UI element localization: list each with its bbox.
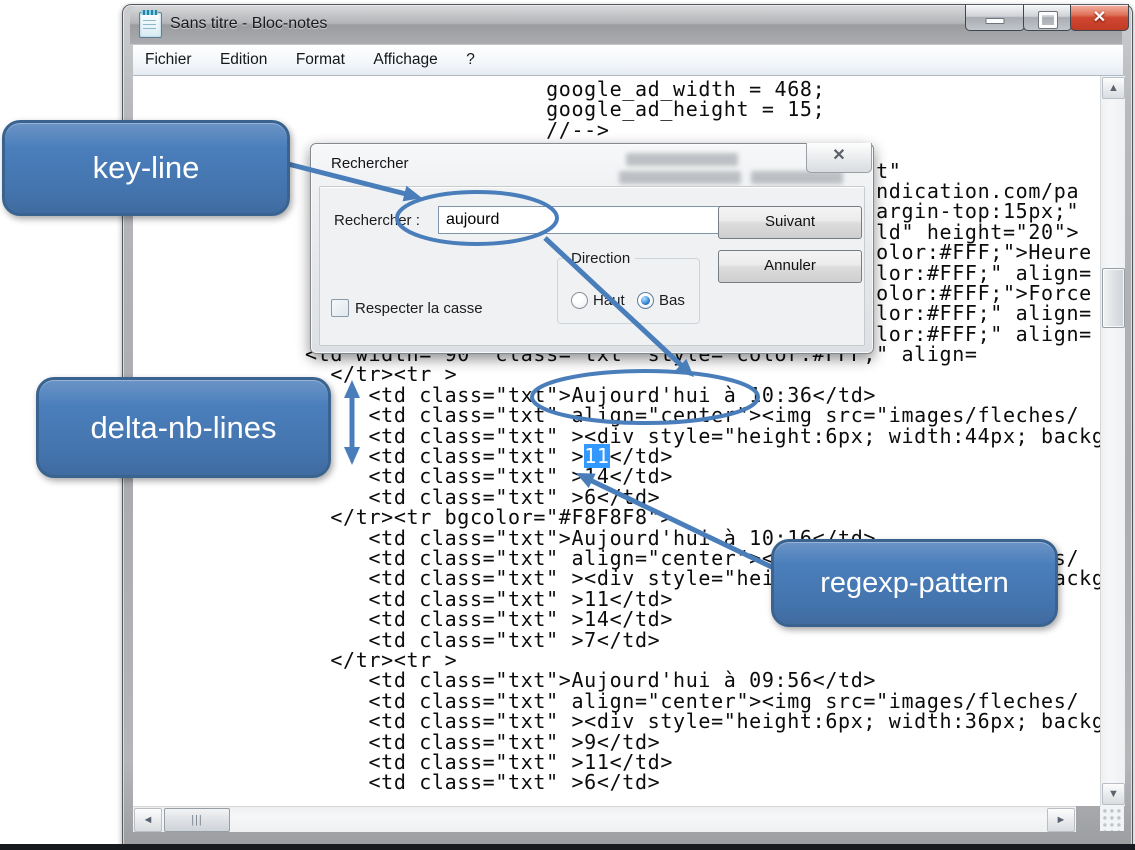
- window-title: Sans titre - Bloc-notes: [170, 15, 327, 33]
- page-bottom-border: [0, 844, 1135, 850]
- code-line: google_ad_width = 468;: [140, 79, 1100, 99]
- horizontal-scrollbar[interactable]: ◄ ||| ►: [133, 806, 1076, 832]
- callout-label: regexp-pattern: [820, 567, 1009, 600]
- code-line: <td class="txt" align="center"><img src=…: [140, 691, 1100, 711]
- scroll-left-button[interactable]: ◄: [134, 808, 162, 832]
- scroll-down-button[interactable]: ▼: [1102, 783, 1125, 805]
- scroll-up-button[interactable]: ▲: [1102, 77, 1125, 99]
- code-line: </tr><tr bgcolor="#F8F8F8">: [140, 507, 1100, 527]
- radio-bas[interactable]: [637, 292, 654, 309]
- code-line: <td class="txt" >6</td>: [140, 772, 1100, 792]
- callout-regexp-pattern: regexp-pattern: [771, 539, 1058, 627]
- menu-format[interactable]: Format: [284, 45, 357, 69]
- code-line: <td class="txt" ><div style="height:6px;…: [140, 711, 1100, 731]
- callout-label: key-line: [93, 150, 200, 186]
- page: { "window": { "title": "Sans titre - Blo…: [0, 0, 1135, 850]
- blurred-text: [626, 153, 738, 166]
- code-line: <td class="txt" >6</td>: [140, 487, 1100, 507]
- callout-delta-nb-lines: delta-nb-lines: [36, 377, 331, 478]
- menu-bar: Fichier Edition Format Affichage ?: [133, 45, 1123, 76]
- dialog-body: Rechercher : Suivant Annuler Direction H…: [319, 186, 865, 346]
- code-line: <td class="txt">Aujourd'hui à 09:56</td>: [140, 670, 1100, 690]
- radio-bas-label[interactable]: Bas: [659, 292, 685, 309]
- direction-group: Direction Haut Bas: [557, 258, 700, 324]
- menu-fichier[interactable]: Fichier: [133, 45, 204, 69]
- menu-affichage[interactable]: Affichage: [361, 45, 449, 69]
- close-button[interactable]: ✕: [1070, 4, 1129, 31]
- radio-haut[interactable]: [571, 292, 588, 309]
- code-line: </tr><tr >: [140, 650, 1100, 670]
- match-case-checkbox[interactable]: [331, 299, 349, 317]
- annuler-button[interactable]: Annuler: [718, 250, 862, 283]
- menu-help[interactable]: ?: [454, 45, 487, 69]
- vertical-scroll-thumb[interactable]: [1102, 268, 1125, 328]
- arrow-right-icon: ►: [1056, 814, 1067, 826]
- direction-label: Direction: [566, 250, 635, 267]
- arrow-down-icon: ▼: [1108, 788, 1119, 800]
- search-input[interactable]: [438, 206, 739, 234]
- code-line: <td class="txt" >9</td>: [140, 732, 1100, 752]
- suivant-button[interactable]: Suivant: [718, 206, 862, 239]
- horizontal-scroll-thumb[interactable]: |||: [164, 808, 230, 832]
- find-dialog: Rechercher ✕ Rechercher : Suivant Annule…: [310, 143, 874, 354]
- arrow-left-icon: ◄: [143, 814, 154, 826]
- close-icon: ✕: [1071, 7, 1128, 27]
- dialog-title: Rechercher: [331, 155, 409, 172]
- arrow-up-icon: ▲: [1108, 82, 1119, 94]
- radio-haut-label[interactable]: Haut: [593, 292, 625, 309]
- menu-edition[interactable]: Edition: [208, 45, 279, 69]
- scroll-right-button[interactable]: ►: [1047, 808, 1075, 832]
- code-line: <td class="txt" >11</td>: [140, 752, 1100, 772]
- minimize-icon: [986, 18, 1005, 24]
- code-line: <td class="txt" >7</td>: [140, 630, 1100, 650]
- minimize-button[interactable]: [965, 4, 1025, 31]
- blurred-text: [619, 171, 741, 184]
- grip-dots-icon: |||: [191, 814, 203, 826]
- search-label: Rechercher :: [334, 212, 420, 229]
- maximize-button[interactable]: [1023, 4, 1072, 31]
- dialog-close-button[interactable]: ✕: [806, 143, 872, 173]
- notepad-icon: [139, 12, 162, 38]
- callout-key-line: key-line: [2, 120, 290, 216]
- code-line: google_ad_height = 15;: [140, 99, 1100, 119]
- maximize-icon: [1039, 12, 1057, 28]
- match-case-label[interactable]: Respecter la casse: [355, 300, 483, 317]
- vertical-scrollbar[interactable]: ▲ ▼: [1100, 76, 1125, 806]
- callout-label: delta-nb-lines: [90, 410, 276, 446]
- resize-grip[interactable]: [1100, 806, 1124, 831]
